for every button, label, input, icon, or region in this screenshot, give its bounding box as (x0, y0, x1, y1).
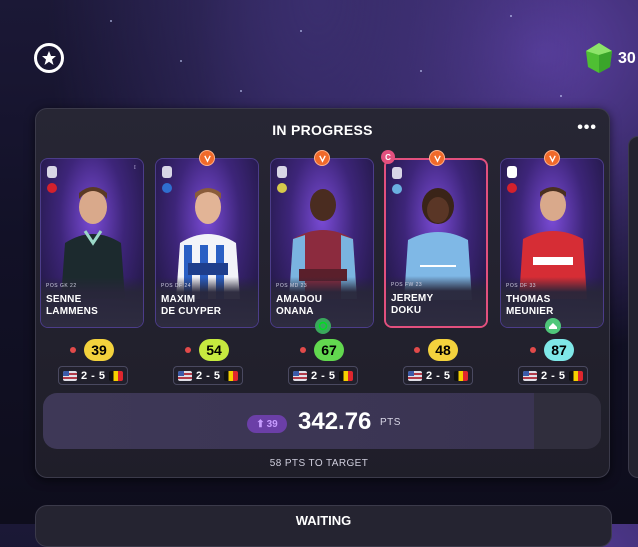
player-first-name: JEREMY (391, 293, 434, 304)
player-last-name: LAMMENS (46, 306, 98, 317)
live-dot (185, 347, 191, 353)
fixture-home: 2 (311, 369, 318, 382)
belgium-flag-icon (568, 370, 583, 381)
gem-count: 30 (618, 50, 636, 67)
player-meta: POS GK 22 (46, 283, 77, 289)
arrow-up-icon: ⬆ (256, 418, 265, 430)
player-meta: POS MD 23 (276, 283, 308, 289)
star-icon (42, 51, 56, 65)
fixture-away: 5 (443, 369, 450, 382)
swap-icon[interactable] (315, 318, 331, 334)
background-star (560, 95, 562, 97)
gem-icon (586, 43, 612, 73)
league-icon (162, 166, 172, 178)
fixture-home: 2 (426, 369, 433, 382)
live-dot (70, 347, 76, 353)
points-delta-badge: ⬆ 39 (247, 415, 287, 433)
player-first-name: THOMAS (506, 294, 551, 305)
fixture-away: 5 (98, 369, 105, 382)
belgium-flag-icon (223, 370, 238, 381)
player-card-1[interactable]: ꟷ POS GK 22 SENNE LAMMENS (40, 158, 144, 328)
fixture-away: 5 (558, 369, 565, 382)
name-plate: POS DF 24 MAXIM DE CUYPER (156, 277, 258, 327)
fixture-separator: - (206, 369, 210, 382)
player-first-name: AMADOU (276, 294, 323, 305)
fixture-home: 2 (196, 369, 203, 382)
fixture-score: 2 - 5 (403, 366, 473, 385)
league-icon (277, 166, 287, 178)
badge-star-button[interactable] (34, 43, 64, 73)
fixture-separator: - (551, 369, 555, 382)
points-to-target: 58 PTS TO TARGET (269, 458, 369, 469)
us-flag-icon (293, 370, 308, 381)
fixture-separator: - (91, 369, 95, 382)
us-flag-icon (178, 370, 193, 381)
name-plate: POS FW 23 JEREMY DOKU (386, 276, 486, 326)
captain-badge: C (381, 150, 395, 164)
fixture-separator: - (321, 369, 325, 382)
fixture-score: 2 - 5 (288, 366, 358, 385)
background-star (510, 15, 512, 17)
player-first-name: SENNE (46, 294, 82, 305)
player-card-2[interactable]: POS DF 24 MAXIM DE CUYPER (155, 158, 259, 328)
background-star (110, 20, 112, 22)
us-flag-icon (63, 370, 78, 381)
player-last-name: DOKU (391, 305, 422, 316)
player-first-name: MAXIM (161, 294, 196, 305)
fixture-away: 5 (328, 369, 335, 382)
player-last-name: ONANA (276, 306, 314, 317)
belgium-flag-icon (108, 370, 123, 381)
fixture-score: 2 - 5 (58, 366, 128, 385)
league-icon (392, 167, 402, 179)
fixture-separator: - (436, 369, 440, 382)
player-card-5[interactable]: POS DF 33 THOMAS MEUNIER (500, 158, 604, 328)
fixture-away: 5 (213, 369, 220, 382)
score-pill: 87 (544, 339, 574, 361)
fixture-home: 2 (81, 369, 88, 382)
score-pill: 48 (428, 339, 458, 361)
club-badge-icon (314, 150, 330, 166)
player-last-name: MEUNIER (506, 306, 554, 317)
fixture-home: 2 (541, 369, 548, 382)
score-pill: 39 (84, 339, 114, 361)
background-star (180, 60, 182, 62)
panel-title: IN PROGRESS (272, 122, 373, 138)
us-flag-icon (408, 370, 423, 381)
us-flag-icon (523, 370, 538, 381)
points-delta: 39 (266, 418, 278, 430)
background-star (420, 70, 422, 72)
league-icon (507, 166, 517, 178)
waiting-panel[interactable]: WAITING (35, 505, 612, 547)
live-dot (530, 347, 536, 353)
points-unit: PTS (380, 417, 401, 428)
score-pill: 67 (314, 339, 344, 361)
fixture-score: 2 - 5 (518, 366, 588, 385)
background-star (300, 30, 302, 32)
league-icon (47, 166, 57, 178)
club-badge-icon (429, 150, 445, 166)
fixture-score: 2 - 5 (173, 366, 243, 385)
club-badge-icon (199, 150, 215, 166)
player-meta: POS DF 33 (506, 283, 537, 289)
boot-icon[interactable] (545, 318, 561, 334)
player-card-4[interactable]: POS FW 23 JEREMY DOKU (384, 158, 488, 328)
player-last-name: DE CUYPER (161, 306, 222, 317)
score-pill: 54 (199, 339, 229, 361)
total-points: 342.76 (298, 408, 372, 435)
live-dot (414, 347, 420, 353)
player-meta: POS FW 23 (391, 282, 423, 288)
player-card-3[interactable]: POS MD 23 AMADOU ONANA (270, 158, 374, 328)
more-options-button[interactable]: ••• (577, 119, 597, 137)
background-star (240, 90, 242, 92)
club-badge-icon (544, 150, 560, 166)
belgium-flag-icon (338, 370, 353, 381)
player-meta: POS DF 24 (161, 283, 192, 289)
belgium-flag-icon (453, 370, 468, 381)
waiting-title: WAITING (295, 513, 352, 528)
next-panel-edge[interactable] (628, 136, 638, 478)
live-dot (300, 347, 306, 353)
name-plate: POS GK 22 SENNE LAMMENS (41, 277, 143, 327)
